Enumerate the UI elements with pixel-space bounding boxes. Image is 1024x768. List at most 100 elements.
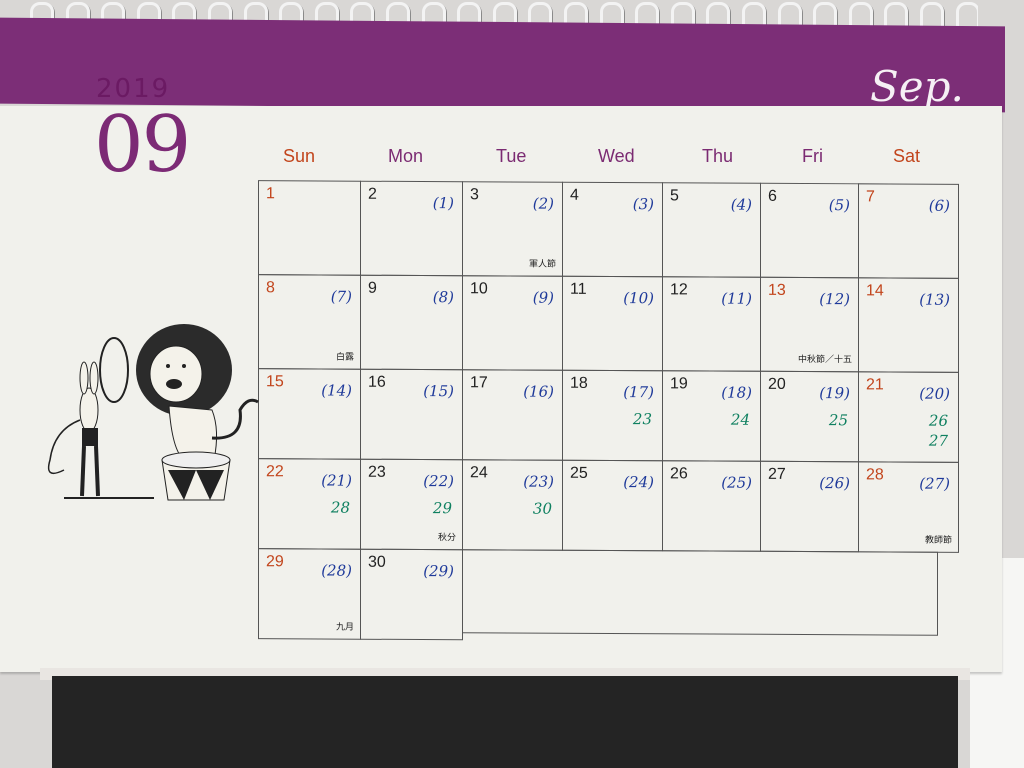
day-number: 21 (866, 376, 884, 394)
day-number: 18 (570, 374, 588, 392)
lunar-date-handwritten: (26) (819, 474, 850, 493)
day-number: 10 (470, 280, 488, 298)
lunar-date-handwritten: (15) (423, 382, 454, 401)
lunar-date-handwritten: (25) (721, 473, 752, 492)
scene: 2019 Sep. 09 Sun Mon Tue Wed Thu Fri Sat… (0, 0, 1024, 768)
day-number: 1 (266, 185, 275, 203)
day-cell: 4 (3) (562, 181, 663, 278)
day-cell: 20 (19) 25 (760, 370, 859, 463)
lunar-date-handwritten: (28) (321, 561, 352, 580)
day-cell: 3 (2) 軍人節 (462, 181, 563, 277)
month-name: Sep. (870, 62, 964, 111)
weekday-sun: Sun (283, 146, 316, 166)
lunar-date-handwritten: (24) (623, 473, 654, 492)
handwritten-note: 24 (730, 410, 750, 429)
day-cell: 29 (28) 九月 (258, 548, 361, 640)
day-cell: 25 (24) (562, 459, 663, 552)
day-cell: 16 (15) (360, 368, 463, 461)
lunar-date-handwritten: (6) (928, 196, 950, 215)
day-cell: 23 (22) 29 秋分 (360, 458, 463, 551)
month-number: 09 (94, 100, 191, 190)
day-number: 2 (368, 185, 377, 203)
day-number: 28 (866, 466, 884, 484)
day-cell: 7 (6) (858, 183, 959, 279)
day-number: 15 (266, 373, 284, 391)
day-number: 16 (368, 373, 386, 391)
holiday-label: 中秋節／十五 (797, 354, 852, 366)
day-number: 12 (670, 281, 688, 299)
lunar-date-handwritten: (16) (523, 382, 554, 401)
holiday-label: 軍人節 (528, 259, 556, 270)
lunar-date-handwritten: (5) (828, 196, 850, 215)
day-number: 9 (368, 279, 377, 297)
day-cell: 13 (12) 中秋節／十五 (760, 276, 859, 373)
day-number: 4 (570, 186, 579, 204)
day-cell: 18 (17) 23 (562, 369, 663, 462)
handwritten-note: 25 (828, 411, 848, 430)
handwritten-note: 26 27 (928, 411, 948, 450)
lion-tamer-illustration (47, 324, 259, 501)
day-cell: 22 (21) 28 (258, 458, 361, 550)
day-number: 25 (570, 464, 588, 482)
day-cell: 6 (5) (760, 182, 859, 279)
lunar-date-handwritten: (7) (330, 287, 352, 306)
day-number: 19 (670, 375, 688, 393)
weekday-thu: Thu (702, 146, 734, 166)
day-cell: 14 (13) (858, 277, 959, 373)
day-number: 7 (866, 188, 875, 206)
handwritten-note: 29 (432, 499, 452, 518)
day-cell: 19 (18) 24 (662, 370, 761, 462)
day-number: 5 (670, 187, 679, 205)
lunar-date-handwritten: (21) (321, 471, 352, 490)
day-cell: 15 (14) (258, 368, 361, 460)
lunar-date-handwritten: (17) (623, 383, 654, 402)
day-cell: 2 (1) (360, 180, 463, 277)
day-number: 26 (670, 465, 688, 483)
lunar-date-handwritten: (13) (919, 290, 950, 309)
day-cell: 9 (8) (360, 274, 463, 371)
day-cell: 26 (25) (662, 460, 761, 552)
holiday-label: 九月 (335, 622, 354, 633)
day-cell: 1 (258, 180, 361, 276)
lunar-date-handwritten: (18) (721, 383, 752, 402)
weekday-sat: Sat (893, 146, 921, 166)
day-number: 24 (470, 464, 488, 482)
lunar-date-handwritten: (27) (919, 474, 950, 493)
calendar-grid: 1 2 (1) 3 (2) 軍人節 4 (3) 5 (4) 6 (5) 7 (6) 8 (7) 白露 9 (8) 10… (258, 180, 959, 642)
handwritten-note: 28 (330, 498, 350, 517)
weekday-fri: Fri (802, 146, 823, 166)
lunar-date-handwritten: (12) (819, 290, 850, 309)
day-cell: 12 (11) (662, 276, 761, 372)
lunar-date-handwritten: (20) (919, 384, 950, 403)
holiday-label: 教師節 (924, 535, 952, 546)
handwritten-note: 30 (532, 499, 552, 518)
lunar-date-handwritten: (3) (632, 195, 654, 214)
day-number: 13 (768, 281, 786, 299)
day-number: 23 (368, 463, 386, 481)
handwritten-note: 23 (632, 410, 652, 429)
day-cell: 28 (27) 教師節 (858, 461, 959, 553)
weekday-wed: Wed (598, 146, 635, 166)
lunar-date-handwritten: (1) (432, 194, 454, 213)
day-number: 3 (470, 186, 479, 204)
day-number: 27 (768, 465, 786, 483)
day-number: 20 (768, 375, 786, 393)
lunar-date-handwritten: (9) (532, 288, 554, 307)
day-cell: 30 (29) (360, 548, 463, 641)
holiday-label: 秋分 (437, 533, 456, 544)
holiday-label: 白露 (335, 352, 354, 363)
day-number: 17 (470, 374, 488, 392)
day-cell: 10 (9) (462, 275, 563, 371)
lunar-date-handwritten: (14) (321, 381, 352, 400)
lunar-date-handwritten: (23) (523, 472, 554, 491)
lunar-date-handwritten: (29) (423, 562, 454, 581)
weekday-tue: Tue (496, 146, 527, 166)
lunar-date-handwritten: (4) (730, 195, 752, 214)
lunar-date-handwritten: (22) (423, 472, 454, 491)
lunar-date-handwritten: (19) (819, 384, 850, 403)
lunar-date-handwritten: (10) (623, 289, 654, 308)
day-number: 22 (266, 463, 284, 481)
day-cell: 8 (7) 白露 (258, 274, 361, 370)
day-cell: 11 (10) (562, 275, 663, 372)
day-cell: 24 (23) 30 (462, 459, 563, 551)
